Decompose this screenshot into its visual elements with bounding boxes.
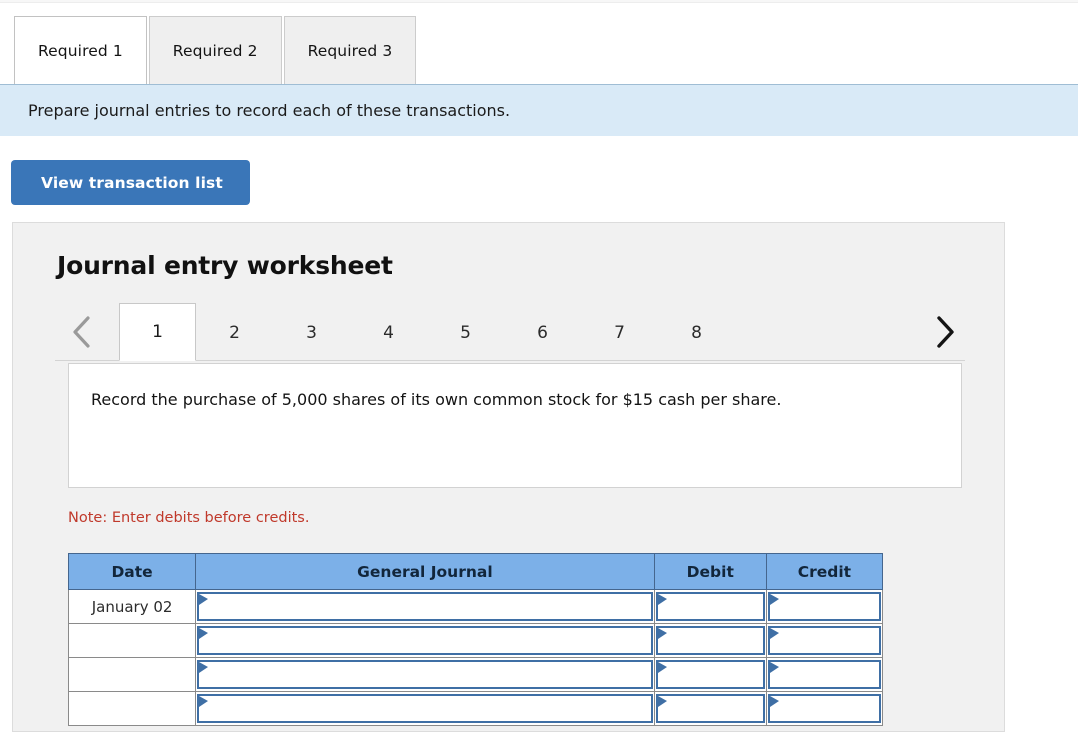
dropdown-flag-icon [199, 696, 209, 708]
view-transaction-list-button[interactable]: View transaction list [11, 160, 250, 205]
journal-entry-table: Date General Journal Debit Credit Januar… [67, 553, 884, 726]
cell-date-row-3[interactable] [67, 657, 197, 692]
tab-required-2-label: Required 2 [172, 41, 258, 60]
dropdown-flag-icon [657, 696, 667, 708]
column-header-general-journal: General Journal [195, 553, 655, 590]
cell-debit-row-1[interactable] [653, 589, 767, 624]
dropdown-flag-icon [657, 628, 667, 640]
tab-required-3-label: Required 3 [307, 41, 393, 60]
page-top-divider [0, 0, 1078, 3]
table-header-row: Date General Journal Debit Credit [67, 553, 884, 590]
pager-page-5-label: 5 [460, 322, 471, 343]
pager-page-8[interactable]: 8 [658, 304, 735, 361]
chevron-right-icon[interactable] [923, 303, 965, 360]
pager-page-8-label: 8 [691, 322, 702, 343]
credit-input-row-3[interactable] [767, 660, 881, 689]
chevron-left-icon[interactable] [61, 303, 103, 360]
cell-credit-row-4[interactable] [765, 691, 884, 726]
pager-page-3-label: 3 [306, 322, 317, 343]
dropdown-flag-icon [769, 594, 779, 606]
cell-date-row-1[interactable]: January 02 [67, 589, 197, 624]
cell-general-journal-row-3[interactable] [195, 657, 655, 692]
cell-date-row-2[interactable] [67, 623, 197, 658]
pager-page-4[interactable]: 4 [350, 304, 427, 361]
note-text: Note: Enter debits before credits. [68, 510, 310, 526]
dropdown-flag-icon [199, 594, 209, 606]
transaction-description-text: Record the purchase of 5,000 shares of i… [91, 390, 782, 409]
dropdown-flag-icon [199, 662, 209, 674]
cell-general-journal-row-4[interactable] [195, 691, 655, 726]
pager-page-6[interactable]: 6 [504, 304, 581, 361]
pager-page-7-label: 7 [614, 322, 625, 343]
pager-page-1[interactable]: 1 [119, 303, 196, 361]
column-header-date: Date [67, 553, 197, 590]
dropdown-flag-icon [769, 696, 779, 708]
debit-input-row-1[interactable] [655, 592, 765, 621]
journal-entry-worksheet-panel: Journal entry worksheet 1 2 3 4 5 6 7 8 … [12, 222, 1005, 732]
cell-credit-row-3[interactable] [765, 657, 884, 692]
pager-page-2-label: 2 [229, 322, 240, 343]
table-row [67, 691, 884, 726]
table-row: January 02 [67, 589, 884, 624]
pager-page-1-label: 1 [152, 322, 163, 342]
dropdown-flag-icon [769, 628, 779, 640]
tab-required-3[interactable]: Required 3 [283, 16, 417, 84]
required-tab-strip: Required 1 Required 2 Required 3 [14, 16, 418, 84]
table-row [67, 623, 884, 658]
cell-debit-row-2[interactable] [653, 623, 767, 658]
pager-page-7[interactable]: 7 [581, 304, 658, 361]
instruction-banner: Prepare journal entries to record each o… [0, 84, 1078, 136]
general-journal-input-row-2[interactable] [197, 626, 653, 655]
tab-required-2[interactable]: Required 2 [148, 16, 282, 84]
credit-input-row-1[interactable] [767, 592, 881, 621]
cell-date-row-4[interactable] [67, 691, 197, 726]
cell-general-journal-row-1[interactable] [195, 589, 655, 624]
dropdown-flag-icon [199, 628, 209, 640]
worksheet-title: Journal entry worksheet [57, 251, 393, 280]
cell-debit-row-4[interactable] [653, 691, 767, 726]
table-row [67, 657, 884, 692]
credit-input-row-2[interactable] [767, 626, 881, 655]
credit-input-row-4[interactable] [767, 694, 881, 723]
general-journal-input-row-3[interactable] [197, 660, 653, 689]
debit-input-row-4[interactable] [655, 694, 765, 723]
pager-page-4-label: 4 [383, 322, 394, 343]
dropdown-flag-icon [657, 594, 667, 606]
transaction-description: Record the purchase of 5,000 shares of i… [68, 363, 962, 488]
column-header-credit: Credit [765, 553, 884, 590]
dropdown-flag-icon [657, 662, 667, 674]
pager-page-6-label: 6 [537, 322, 548, 343]
cell-credit-row-2[interactable] [765, 623, 884, 658]
debits-before-credits-note: Note: Enter debits before credits. [68, 510, 309, 526]
general-journal-input-row-4[interactable] [197, 694, 653, 723]
entry-pager: 1 2 3 4 5 6 7 8 [55, 303, 965, 361]
instruction-text: Prepare journal entries to record each o… [28, 101, 511, 120]
debit-input-row-2[interactable] [655, 626, 765, 655]
cell-credit-row-1[interactable] [765, 589, 884, 624]
pager-page-list: 1 2 3 4 5 6 7 8 [119, 303, 735, 361]
pager-page-5[interactable]: 5 [427, 304, 504, 361]
viewport-bottom-mask [0, 732, 1078, 739]
pager-page-3[interactable]: 3 [273, 304, 350, 361]
debit-input-row-3[interactable] [655, 660, 765, 689]
cell-general-journal-row-2[interactable] [195, 623, 655, 658]
column-header-debit: Debit [653, 553, 767, 590]
cell-debit-row-3[interactable] [653, 657, 767, 692]
general-journal-input-row-1[interactable] [197, 592, 653, 621]
pager-page-2[interactable]: 2 [196, 304, 273, 361]
tab-required-1-label: Required 1 [38, 41, 123, 60]
dropdown-flag-icon [769, 662, 779, 674]
tab-required-1[interactable]: Required 1 [14, 16, 147, 84]
